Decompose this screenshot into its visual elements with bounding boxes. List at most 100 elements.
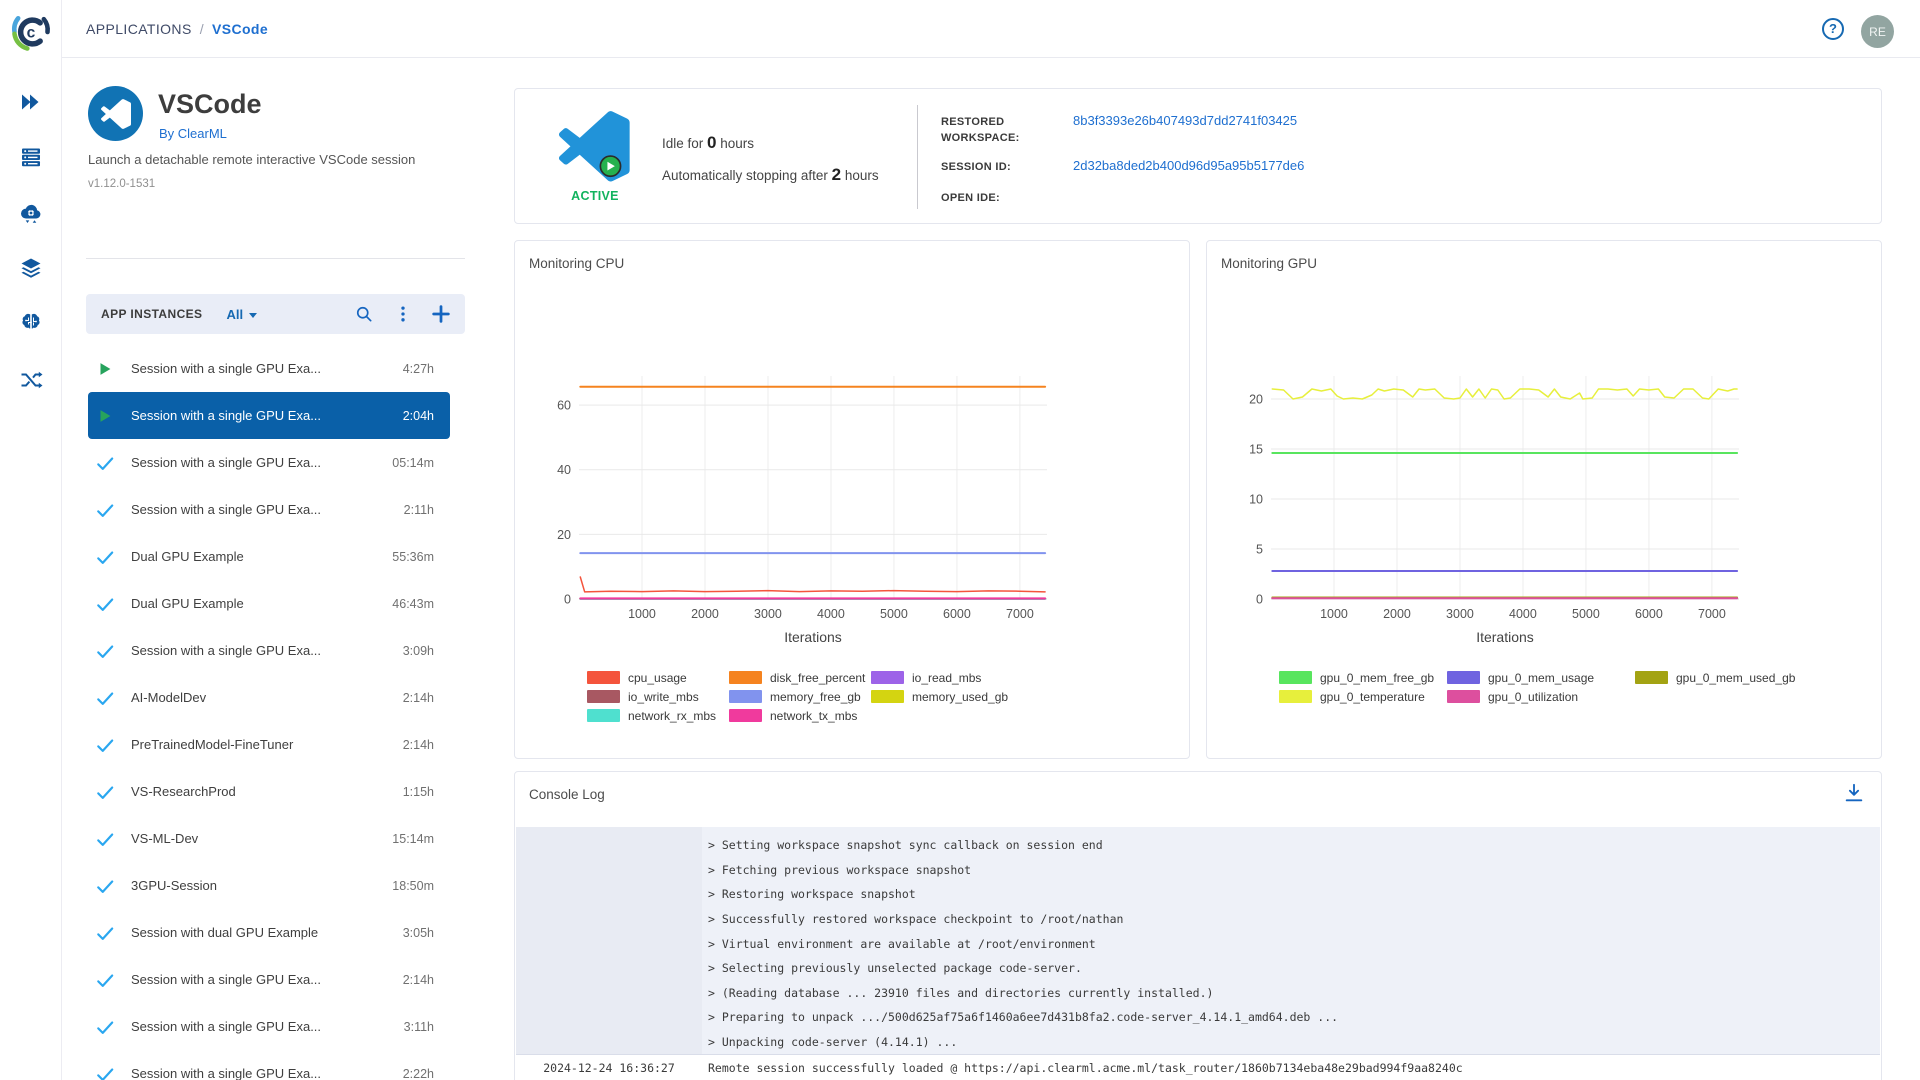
instance-name: PreTrainedModel-FineTuner	[131, 737, 294, 752]
status-badge: ACTIVE	[571, 189, 619, 203]
help-icon[interactable]: ?	[1822, 18, 1844, 40]
legend-label: io_write_mbs	[628, 689, 699, 704]
instance-row[interactable]: Dual GPU Example 55:36m	[88, 533, 450, 580]
instance-row[interactable]: PreTrainedModel-FineTuner 2:14h	[88, 721, 450, 768]
breadcrumb-separator: /	[199, 21, 204, 37]
instance-row[interactable]: Session with a single GPU Exa... 2:22h	[88, 1050, 450, 1080]
instance-row[interactable]: Session with dual GPU Example 3:05h	[88, 909, 450, 956]
svg-text:20: 20	[1249, 393, 1263, 407]
legend-swatch-cpu_usage	[587, 671, 620, 684]
legend-item-gpu_0_utilization[interactable]: gpu_0_utilization	[1447, 687, 1635, 706]
top-bar: APPLICATIONS / VSCode ? RE	[62, 0, 1920, 58]
legend-item-memory_used_gb[interactable]: memory_used_gb	[871, 687, 1013, 706]
svg-text:3000: 3000	[754, 607, 782, 621]
instance-duration: 05:14m	[392, 455, 434, 470]
idle-text: Idle for 0 hours	[662, 133, 754, 153]
legend-item-disk_free_percent[interactable]: disk_free_percent	[729, 668, 871, 687]
legend-item-network_tx_mbs[interactable]: network_tx_mbs	[729, 706, 871, 725]
add-instance-icon[interactable]	[430, 303, 452, 325]
legend-item-gpu_0_temperature[interactable]: gpu_0_temperature	[1279, 687, 1447, 706]
instance-row[interactable]: Session with a single GPU Exa... 05:14m	[88, 439, 450, 486]
datasets-icon[interactable]	[19, 256, 43, 280]
completed-check-icon	[97, 832, 114, 846]
left-nav-rail: c	[0, 0, 62, 1080]
session-status-card: ACTIVE Idle for 0 hours Automatically st…	[514, 88, 1882, 224]
instance-duration: 2:14h	[402, 737, 434, 752]
svg-text:1000: 1000	[1320, 607, 1348, 621]
completed-check-icon	[97, 503, 114, 517]
console-log-viewport[interactable]: > Setting workspace snapshot sync callba…	[516, 827, 1880, 1080]
instance-row[interactable]: Session with a single GPU Exa... 2:14h	[88, 956, 450, 1003]
breadcrumb-vscode[interactable]: VSCode	[212, 21, 268, 37]
completed-check-icon	[97, 926, 114, 940]
instance-row[interactable]: Session with a single GPU Exa... 2:04h	[88, 392, 450, 439]
app-version: v1.12.0-1531	[88, 178, 156, 190]
open-ide-label: OPEN IDE:	[941, 192, 1000, 204]
session-id-label: SESSION ID:	[941, 161, 1011, 173]
svg-text:Iterations: Iterations	[1476, 629, 1534, 645]
completed-check-icon	[97, 738, 114, 752]
instance-duration: 55:36m	[392, 549, 434, 564]
instance-row[interactable]: VS-ResearchProd 1:15h	[88, 768, 450, 815]
instance-row[interactable]: AI-ModelDev 2:14h	[88, 674, 450, 721]
instance-name: Dual GPU Example	[131, 549, 244, 564]
applications-icon[interactable]	[19, 90, 43, 114]
instance-row[interactable]: Session with a single GPU Exa... 4:27h	[88, 345, 450, 392]
legend-item-gpu_0_mem_usage[interactable]: gpu_0_mem_usage	[1447, 668, 1635, 687]
idle-suffix: hours	[716, 136, 755, 151]
monitoring-gpu-card: Monitoring GPU 1000 2000 3000 4000 5000 6000 7…	[1206, 240, 1882, 759]
svg-text:c: c	[27, 25, 36, 42]
svg-text:7000: 7000	[1698, 607, 1726, 621]
legend-swatch-io_write_mbs	[587, 690, 620, 703]
pipelines-icon[interactable]	[19, 368, 43, 392]
legend-item-gpu_0_mem_free_gb[interactable]: gpu_0_mem_free_gb	[1279, 668, 1447, 687]
clearml-logo[interactable]: c	[9, 10, 53, 54]
instance-name: Session with a single GPU Exa...	[131, 455, 322, 470]
svg-text:6000: 6000	[1635, 607, 1663, 621]
console-log-title: Console Log	[529, 787, 605, 802]
instance-row[interactable]: Session with a single GPU Exa... 3:11h	[88, 1003, 450, 1050]
legend-label: io_read_mbs	[912, 670, 982, 685]
gpu-chart-title: Monitoring GPU	[1221, 256, 1318, 271]
vscode-glyph-icon	[100, 98, 131, 129]
workers-queues-icon[interactable]	[19, 145, 43, 169]
instance-row[interactable]: VS-ML-Dev 15:14m	[88, 815, 450, 862]
legend-label: disk_free_percent	[770, 670, 866, 685]
session-id-value[interactable]: 2d32ba8ded2b400d96d95a95b5177de6	[1073, 158, 1304, 173]
instance-row[interactable]: Session with a single GPU Exa... 2:11h	[88, 486, 450, 533]
monitoring-cpu-plot[interactable]: 1000 2000 3000 4000 5000 6000 7000 0 20 40 60 Itera…	[515, 336, 1189, 666]
instance-row[interactable]: 3GPU-Session 18:50m	[88, 862, 450, 909]
user-avatar[interactable]: RE	[1861, 15, 1894, 48]
kebab-menu-icon[interactable]	[393, 304, 413, 324]
legend-item-gpu_0_mem_used_gb[interactable]: gpu_0_mem_used_gb	[1635, 668, 1835, 687]
legend-item-io_read_mbs[interactable]: io_read_mbs	[871, 668, 1013, 687]
instance-duration: 2:22h	[402, 1066, 434, 1080]
cloud-autoscaler-icon[interactable]	[19, 201, 43, 225]
app-title: VSCode	[158, 89, 262, 119]
instance-name: AI-ModelDev	[131, 690, 207, 705]
legend-label: cpu_usage	[628, 670, 687, 685]
instances-filter-dropdown[interactable]: All	[226, 307, 258, 322]
breadcrumb-applications[interactable]: APPLICATIONS	[86, 21, 192, 37]
svg-text:10: 10	[1249, 493, 1263, 507]
legend-item-io_write_mbs[interactable]: io_write_mbs	[587, 687, 729, 706]
instance-duration: 2:14h	[402, 972, 434, 987]
completed-check-icon	[97, 550, 114, 564]
console-log-line: > Setting workspace snapshot sync callba…	[708, 838, 1103, 853]
legend-item-memory_free_gb[interactable]: memory_free_gb	[729, 687, 871, 706]
ai-brain-icon[interactable]	[19, 311, 43, 335]
gpu-legend: gpu_0_mem_free_gb gpu_0_mem_usage gpu_0_me…	[1279, 668, 1835, 706]
search-icon[interactable]	[354, 304, 374, 324]
app-byline-link[interactable]: By ClearML	[159, 126, 227, 141]
app-instances-label: APP INSTANCES	[101, 307, 203, 321]
legend-item-cpu_usage[interactable]: cpu_usage	[587, 668, 729, 687]
console-log-line: > Successfully restored workspace checkp…	[708, 912, 1124, 927]
instance-row[interactable]: Session with a single GPU Exa... 3:09h	[88, 627, 450, 674]
restored-workspace-value[interactable]: 8b3f3393e26b407493d7dd2741f03425	[1073, 113, 1297, 128]
instance-row[interactable]: Dual GPU Example 46:43m	[88, 580, 450, 627]
legend-item-network_rx_mbs[interactable]: network_rx_mbs	[587, 706, 729, 725]
monitoring-gpu-plot[interactable]: 1000 2000 3000 4000 5000 6000 7000 0 5 10 15 20 Iter…	[1207, 336, 1881, 666]
stop-value: 2	[831, 165, 842, 184]
download-log-icon[interactable]	[1843, 782, 1865, 804]
legend-swatch-network_rx_mbs	[587, 709, 620, 722]
